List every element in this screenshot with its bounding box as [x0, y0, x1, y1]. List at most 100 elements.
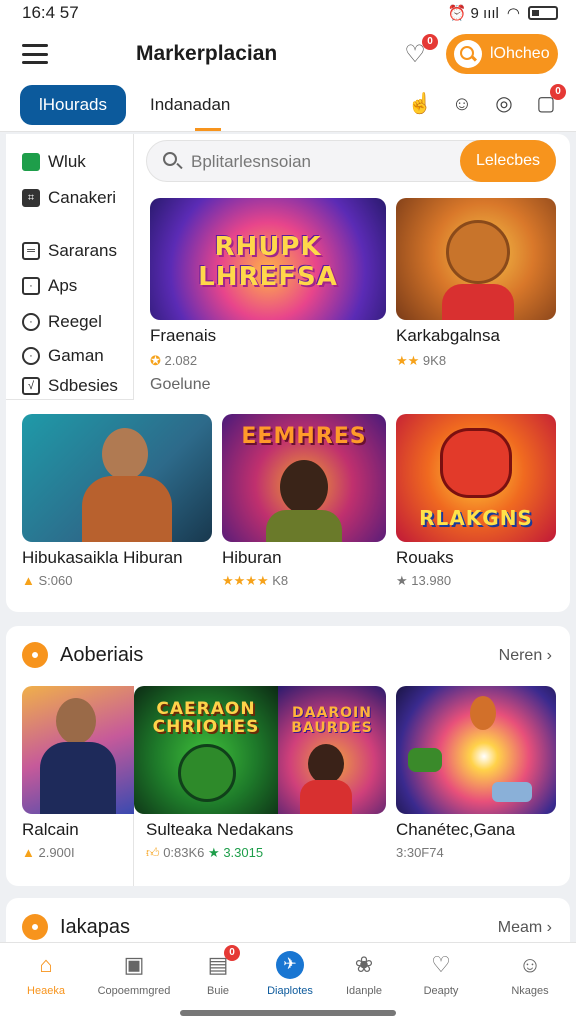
gamepad-icon: ⌗: [22, 189, 40, 207]
app-bar: Markerplacian ♡ 0 lOhcheo: [0, 26, 576, 82]
game-card[interactable]: Ralcain ▲ 2.900I: [22, 686, 134, 866]
card-rating: 2.082: [164, 353, 198, 368]
tab-row: lHourads Indanadan ☝ ☺ ◎ ▢ 0: [0, 82, 576, 132]
thumbnail-art-text: EEMHRES: [241, 424, 367, 449]
card-subtitle: Goelune: [150, 376, 211, 393]
clock-icon: ·: [22, 313, 40, 331]
sidebar-item-3[interactable]: · Aps: [22, 272, 77, 300]
star-icon: ★: [396, 573, 412, 588]
explore-icon: ✈: [276, 951, 304, 979]
sidebar-item-5[interactable]: · Gaman: [22, 342, 104, 370]
section-more-link[interactable]: Neren ›: [499, 647, 552, 665]
card-rating: 9K8: [422, 353, 447, 368]
card-title: Karkabgalnsa: [396, 326, 500, 345]
nav-item-grid[interactable]: ❀ Idanple: [324, 951, 404, 997]
category-sidebar: Wluk ⌗ Canakeri ═ Sararans · Aps · Reegel · G…: [6, 134, 134, 400]
search-button[interactable]: lOhcheo: [446, 34, 558, 74]
nav-item-home[interactable]: ⌂ Heaeka: [6, 951, 86, 997]
sidebar-item-1[interactable]: ⌗ Canakeri: [22, 184, 116, 212]
search-bar[interactable]: Bplitarlesnsoian Lelecbes: [146, 140, 556, 182]
game-thumbnail: [22, 414, 212, 542]
tab-active[interactable]: lHourads: [20, 85, 126, 125]
favorites-button[interactable]: ♡ 0: [400, 34, 438, 70]
battery-icon: [528, 6, 558, 20]
thumbnail-art-text: DAAROIN BAURDES: [291, 705, 373, 736]
sidebar-item-2[interactable]: ═ Sararans: [22, 237, 117, 265]
game-thumbnail: [396, 198, 556, 320]
game-thumbnail: RHUPK LHREFSA: [150, 198, 386, 320]
game-card[interactable]: CAERAON CHRIOHES DAAROIN BAURDES Sulteak…: [134, 686, 386, 866]
game-card[interactable]: RLAKGNS Rouaks ★ 13.980: [396, 414, 556, 594]
sidebar-item-4[interactable]: · Reegel: [22, 308, 102, 336]
search-submit-button[interactable]: Lelecbes: [460, 140, 556, 182]
sidebar-item-6[interactable]: √ Sdbesies: [22, 372, 118, 400]
card-title: Hiburan: [222, 548, 282, 567]
card-title: Fraenais: [150, 326, 217, 345]
chevron-right-icon: ›: [546, 647, 552, 664]
star-icon: ✪: [150, 353, 165, 368]
card-title: Chanétec,Gana: [396, 820, 516, 839]
card-title: Rouaks: [396, 548, 454, 567]
card-title: Ralcain: [22, 820, 79, 839]
stars-icon: ★★★★: [222, 573, 273, 588]
trophy-icon: ▲: [22, 573, 39, 588]
user-icon: ☺: [518, 952, 542, 977]
thumbnail-art-text: RHUPK LHREFSA: [198, 232, 338, 292]
sidebar-item-0[interactable]: Wluk: [22, 148, 86, 176]
inbox-badge: 0: [224, 945, 240, 961]
section-icon: [22, 914, 48, 940]
thumbnail-art-text: RLAKGNS: [419, 506, 533, 530]
character-art: [446, 220, 510, 284]
menu-icon[interactable]: [22, 44, 48, 64]
chart-icon: √: [22, 377, 40, 395]
status-time: 16:4 57: [22, 3, 79, 22]
section-more-link[interactable]: Meam ›: [498, 919, 552, 937]
chat-icon[interactable]: ▢ 0: [532, 84, 566, 118]
search-input[interactable]: Bplitarlesnsoian: [191, 152, 311, 172]
grid-icon: ❀: [354, 952, 374, 977]
card-title: Hibukasaikla Hiburan: [22, 548, 183, 567]
card-rating: 13.980: [411, 573, 452, 588]
game-thumbnail: CAERAON CHRIOHES: [134, 686, 278, 814]
card-score: 3.3015: [223, 845, 264, 860]
nav-item-explore[interactable]: ✈ Diaplotes: [250, 951, 330, 997]
section-title: Aoberiais: [60, 644, 144, 666]
status-indicators: ⏰ 9 ıııl: [447, 5, 499, 22]
home-indicator[interactable]: [180, 1010, 396, 1016]
section-icon: [22, 642, 48, 668]
game-card[interactable]: Hibukasaikla Hiburan ▲ S:060: [22, 414, 212, 594]
app-title: Markerplacian: [136, 42, 278, 65]
section-title: Iakapas: [60, 916, 131, 938]
search-icon: [454, 40, 482, 68]
tab-second[interactable]: Indanadan: [150, 95, 230, 115]
tab-underline: [195, 128, 221, 131]
game-card[interactable]: Chanétec,Gana 3:30F74: [396, 686, 556, 866]
game-thumbnail: RLAKGNS: [396, 414, 556, 542]
featured-card[interactable]: Karkabgalnsa ★★ 9K8: [396, 198, 556, 378]
search-button-label: lOhcheo: [490, 45, 550, 62]
wifi-icon: ◠: [506, 5, 520, 22]
card-title: Sulteaka Nedakans: [146, 820, 294, 839]
hand-icon[interactable]: ☝: [406, 90, 434, 118]
app-icon: ·: [22, 277, 40, 295]
store-icon: [22, 153, 40, 171]
game-thumbnail: [22, 686, 134, 814]
star-icon: ★★: [396, 353, 423, 368]
inbox-icon: ▤ 0: [204, 945, 240, 979]
nav-item-timer[interactable]: ▣ Copoemmgred: [94, 951, 174, 997]
timer-icon: ▣: [123, 952, 145, 977]
nav-item-inbox[interactable]: ▤ 0 Buie: [178, 945, 258, 997]
card-rating: 0:83K6: [163, 845, 205, 860]
status-bar: 16:4 57 ⏰ 9 ıııl ◠: [0, 0, 576, 26]
list-icon: ═: [22, 242, 40, 260]
game-card[interactable]: EEMHRES Hiburan ★★★★ K8: [222, 414, 386, 594]
game-thumbnail: [396, 686, 556, 814]
thumb-icon: 👍︎: [146, 845, 164, 860]
featured-card[interactable]: RHUPK LHREFSA Fraenais ✪ 2.082 Goelune: [150, 198, 386, 398]
nav-item-profile[interactable]: ☺ Nkages: [490, 951, 570, 997]
chevron-right-icon: ›: [546, 919, 552, 936]
activity-icon[interactable]: ◎: [490, 90, 518, 118]
search-icon: [163, 152, 177, 166]
nav-item-favorites[interactable]: ♡ Deapty: [401, 951, 481, 997]
face-icon[interactable]: ☺: [448, 90, 476, 118]
